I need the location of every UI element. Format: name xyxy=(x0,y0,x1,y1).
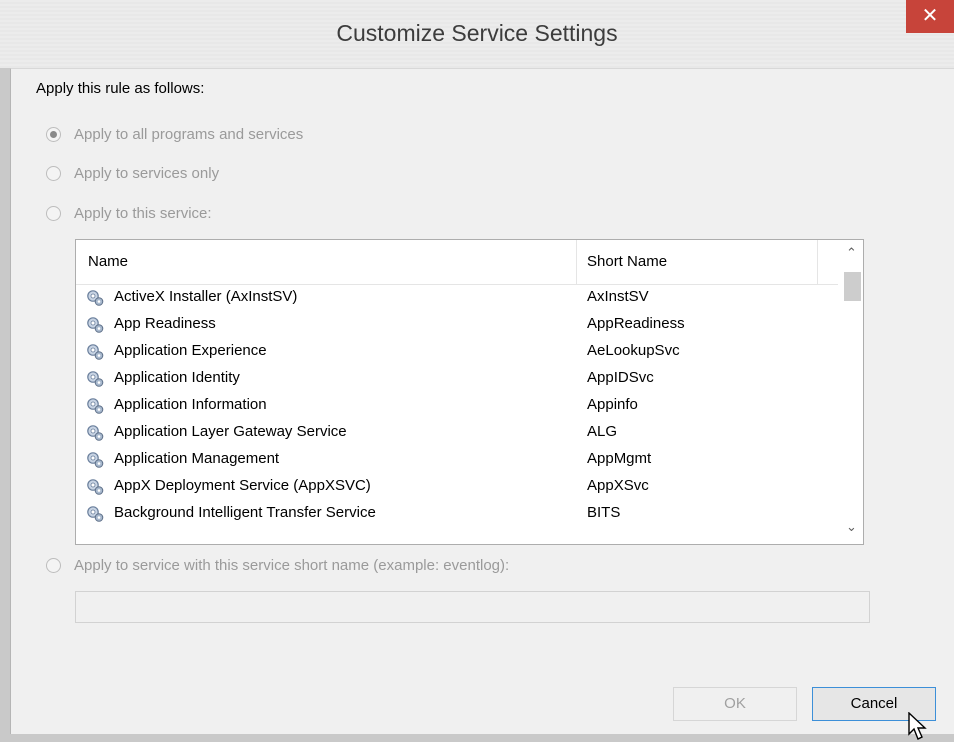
mouse-pointer-icon xyxy=(908,712,927,740)
window-title: Customize Service Settings xyxy=(336,20,618,46)
table-row[interactable]: Application Layer Gateway Service ALG xyxy=(76,420,838,447)
service-name: AppX Deployment Service (AppXSVC) xyxy=(114,477,371,494)
table-row[interactable]: Application Information Appinfo xyxy=(76,393,838,420)
service-gear-icon xyxy=(85,289,105,307)
option-label: Apply to service with this service short… xyxy=(74,556,510,574)
table-row[interactable]: Background Intelligent Transfer Service B… xyxy=(76,501,838,528)
list-rows: ActiveX Installer (AxInstSV) AxInstSV App … xyxy=(76,285,838,528)
service-gear-icon xyxy=(85,316,105,334)
service-name: Application Information xyxy=(114,396,267,413)
window-frame-bottom xyxy=(0,734,954,742)
service-gear-icon xyxy=(85,424,105,442)
option-label: Apply to all programs and services xyxy=(74,125,304,143)
column-divider[interactable] xyxy=(576,240,577,284)
title-bar[interactable]: Customize Service Settings ✕ xyxy=(0,0,954,68)
radio-this-service[interactable] xyxy=(46,205,61,221)
service-name: App Readiness xyxy=(114,315,216,332)
service-gear-icon xyxy=(85,397,105,415)
service-gear-icon xyxy=(85,451,105,469)
service-gear-icon xyxy=(85,370,105,388)
ok-button[interactable]: OK xyxy=(673,687,797,721)
service-short-name: AxInstSV xyxy=(587,288,649,305)
scroll-down-icon[interactable]: ⌄ xyxy=(840,520,863,540)
option-label: Apply to this service: xyxy=(74,204,212,222)
service-short-name: AppMgmt xyxy=(587,450,652,467)
service-name: ActiveX Installer (AxInstSV) xyxy=(114,288,298,305)
close-button[interactable]: ✕ xyxy=(906,0,954,33)
option-label: Apply to services only xyxy=(74,164,220,182)
radio-short-name[interactable] xyxy=(46,557,61,573)
service-short-name: AeLookupSvc xyxy=(587,342,680,359)
table-row[interactable]: ActiveX Installer (AxInstSV) AxInstSV xyxy=(76,285,838,312)
option-all-programs[interactable]: Apply to all programs and services xyxy=(46,123,303,145)
service-name: Application Experience xyxy=(114,342,267,359)
option-services-only[interactable]: Apply to services only xyxy=(46,162,219,184)
section-label: Apply this rule as follows: xyxy=(36,80,205,97)
service-gear-icon xyxy=(85,505,105,523)
service-gear-icon xyxy=(85,343,105,361)
radio-all-programs[interactable] xyxy=(46,126,61,142)
table-row[interactable]: Application Experience AeLookupSvc xyxy=(76,339,838,366)
service-list[interactable]: Name Short Name ActiveX Installer (AxIns… xyxy=(75,239,864,545)
service-short-name: AppXSvc xyxy=(587,477,649,494)
table-row[interactable]: App Readiness AppReadiness xyxy=(76,312,838,339)
table-row[interactable]: Application Identity AppIDSvc xyxy=(76,366,838,393)
column-header-short-name[interactable]: Short Name xyxy=(587,253,667,270)
service-name: Application Identity xyxy=(114,369,240,386)
window-frame-left xyxy=(0,68,10,742)
option-this-service[interactable]: Apply to this service: xyxy=(46,202,212,224)
scroll-thumb[interactable] xyxy=(844,272,861,301)
table-row[interactable]: AppX Deployment Service (AppXSVC) AppXSvc xyxy=(76,474,838,501)
option-short-name[interactable]: Apply to service with this service short… xyxy=(46,554,509,576)
service-name: Application Management xyxy=(114,450,280,467)
scroll-up-icon[interactable]: ⌃ xyxy=(840,246,863,266)
customize-service-settings-dialog: Customize Service Settings ✕ Apply this … xyxy=(0,0,954,742)
short-name-input[interactable] xyxy=(75,591,870,623)
column-divider[interactable] xyxy=(817,240,818,284)
column-header-name[interactable]: Name xyxy=(88,253,128,270)
list-header: Name Short Name xyxy=(76,240,838,285)
service-name: Application Layer Gateway Service xyxy=(114,423,347,440)
service-gear-icon xyxy=(85,478,105,496)
service-short-name: AppIDSvc xyxy=(587,369,654,386)
close-icon: ✕ xyxy=(921,3,939,27)
service-name: Background Intelligent Transfer Service xyxy=(114,504,376,521)
vertical-scrollbar[interactable]: ⌃ ⌄ xyxy=(840,240,863,544)
radio-services-only[interactable] xyxy=(46,165,61,181)
service-short-name: ALG xyxy=(587,423,618,440)
service-short-name: Appinfo xyxy=(587,396,638,413)
service-short-name: BITS xyxy=(587,504,621,521)
table-row[interactable]: Application Management AppMgmt xyxy=(76,447,838,474)
service-short-name: AppReadiness xyxy=(587,315,685,332)
